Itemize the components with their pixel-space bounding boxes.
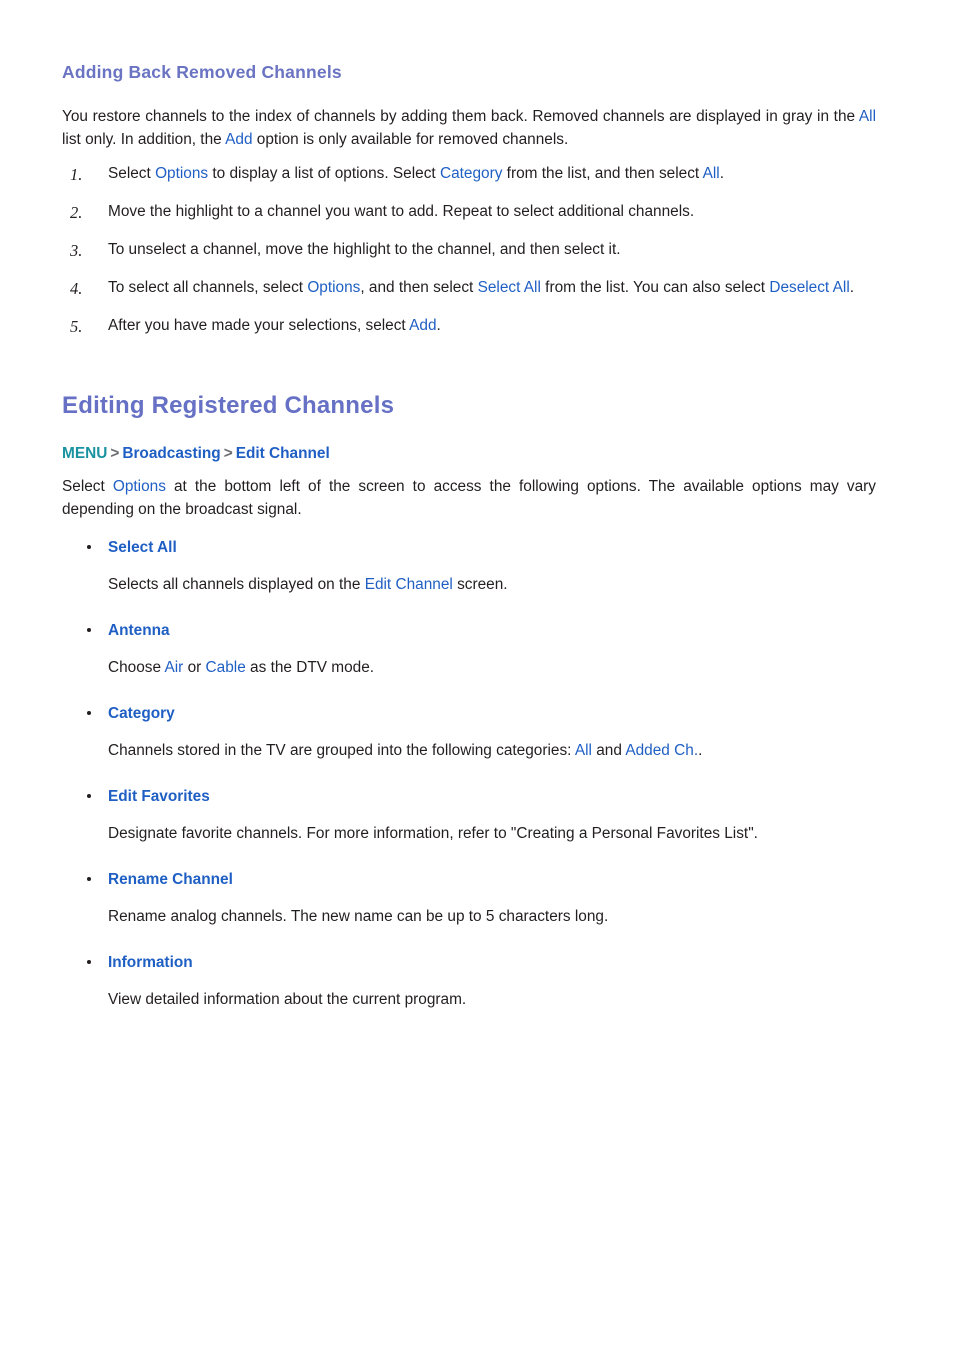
option-title-label: Rename Channel (108, 870, 233, 888)
option-title[interactable]: Antenna (62, 619, 876, 642)
step-text-c: from the list. You can also select (540, 278, 770, 296)
option-title[interactable]: Select All (62, 536, 876, 559)
step-number: 2. (70, 202, 83, 222)
desc-text-c: . (698, 741, 703, 759)
option-description: Designate favorite channels. For more in… (62, 822, 876, 846)
bullet-icon (87, 710, 91, 715)
step-item-4: 4. To select all channels, select Options… (62, 276, 876, 300)
inline-link-cable[interactable]: Cable (206, 659, 246, 676)
bullet-icon (87, 876, 91, 881)
step-item-1: 1. Select Options to display a list of op… (62, 162, 876, 186)
breadcrumb-separator-icon: > (223, 444, 233, 462)
inline-link-category[interactable]: Category (440, 165, 502, 182)
desc-text-b: or (183, 658, 206, 676)
option-title-label: Information (108, 953, 193, 971)
desc-text-a: Selects all channels displayed on the (108, 576, 365, 593)
option-title[interactable]: Category (62, 702, 876, 725)
document-content: Adding Back Removed Channels You restore… (62, 62, 876, 1012)
option-title-label: Antenna (108, 621, 170, 639)
option-description: Choose Air or Cable as the DTV mode. (62, 656, 876, 680)
breadcrumb-item-menu[interactable]: MENU (62, 445, 107, 462)
intro-paragraph-editing: Select Options at the bottom left of the… (62, 475, 876, 522)
inline-link-edit-channel[interactable]: Edit Channel (365, 576, 453, 593)
inline-link-options[interactable]: Options (307, 279, 360, 296)
bullet-icon (87, 793, 91, 798)
inline-link-options[interactable]: Options (155, 165, 208, 182)
option-description: Selects all channels displayed on the Ed… (62, 573, 876, 597)
option-title[interactable]: Information (62, 951, 876, 974)
desc-text-b: and (591, 741, 626, 759)
step-text-b: , and then select (360, 278, 478, 296)
intro-paragraph-adding-back: You restore channels to the index of cha… (62, 105, 876, 152)
step-text-d: . (849, 278, 855, 296)
step-text-b: to display a list of options. Select (208, 164, 440, 182)
intro-text-part3: option is only available for removed cha… (252, 131, 569, 149)
inline-link-add[interactable]: Add (409, 317, 436, 334)
desc-text-a: Rename analog channels. The new name can… (108, 907, 609, 925)
step-text-a: Select (108, 164, 156, 182)
option-description: Rename analog channels. The new name can… (62, 905, 876, 929)
step-number: 1. (70, 164, 83, 184)
desc-text-b: screen. (452, 576, 508, 593)
option-title[interactable]: Rename Channel (62, 868, 876, 891)
bullet-icon (87, 544, 91, 549)
option-title-label: Category (108, 704, 175, 722)
inline-link-all[interactable]: All (703, 165, 720, 182)
intro-text-part2: list only. In addition, the (62, 131, 226, 149)
desc-text-a: View detailed information about the curr… (108, 990, 467, 1008)
step-text-a: Move the highlight to a channel you want… (108, 202, 695, 220)
option-item-information: Information View detailed information ab… (62, 951, 876, 1012)
steps-list: 1. Select Options to display a list of op… (62, 162, 876, 338)
option-item-select-all: Select All Selects all channels displaye… (62, 536, 876, 597)
inline-link-select-all[interactable]: Select All (478, 279, 541, 296)
desc-text-a: Channels stored in the TV are grouped in… (108, 741, 575, 759)
option-item-edit-favorites: Edit Favorites Designate favorite channe… (62, 785, 876, 846)
option-item-rename-channel: Rename Channel Rename analog channels. T… (62, 868, 876, 929)
breadcrumb: MENU > Broadcasting > Edit Channel (62, 442, 876, 465)
step-text-c: from the list, and then select (502, 164, 703, 182)
step-item-5: 5. After you have made your selections, s… (62, 314, 876, 338)
option-item-antenna: Antenna Choose Air or Cable as the DTV m… (62, 619, 876, 680)
inline-link-all[interactable]: All (859, 108, 876, 125)
step-text-a: To select all channels, select (108, 278, 308, 296)
inline-link-deselect-all[interactable]: Deselect All (769, 279, 849, 296)
step-text-a: To unselect a channel, move the highligh… (108, 240, 621, 258)
inline-link-all[interactable]: All (575, 742, 592, 759)
desc-text-a: Choose (108, 658, 165, 676)
step-text-b: . (436, 316, 441, 334)
section-heading-adding-back-removed-channels: Adding Back Removed Channels (62, 62, 342, 82)
bullet-icon (87, 627, 91, 632)
intro-text-part2: at the bottom left of the screen to acce… (62, 478, 876, 519)
option-title-label: Select All (108, 538, 177, 556)
desc-text-a: Designate favorite channels. For more in… (108, 824, 758, 842)
breadcrumb-separator-icon: > (110, 444, 120, 462)
step-number: 5. (70, 316, 83, 336)
desc-text-c: as the DTV mode. (245, 658, 375, 676)
option-description: Channels stored in the TV are grouped in… (62, 739, 876, 763)
step-number: 3. (70, 240, 83, 260)
step-text-a: After you have made your selections, sel… (108, 316, 410, 334)
bullet-icon (87, 959, 91, 964)
option-title-label: Edit Favorites (108, 787, 210, 805)
inline-link-add[interactable]: Add (225, 131, 252, 148)
option-description: View detailed information about the curr… (62, 988, 876, 1012)
step-item-2: 2. Move the highlight to a channel you wa… (62, 200, 876, 224)
inline-link-added-ch[interactable]: Added Ch. (625, 742, 698, 759)
step-item-3: 3. To unselect a channel, move the highli… (62, 238, 876, 262)
intro-text-part1: You restore channels to the index of cha… (62, 108, 859, 125)
inline-link-air[interactable]: Air (164, 659, 183, 676)
page-title-editing-registered-channels: Editing Registered Channels (62, 391, 395, 419)
intro-text-part1: Select (62, 478, 113, 496)
inline-link-options[interactable]: Options (113, 478, 166, 495)
breadcrumb-item-edit-channel[interactable]: Edit Channel (236, 445, 330, 462)
step-text-d: . (719, 164, 724, 182)
option-item-category: Category Channels stored in the TV are g… (62, 702, 876, 763)
breadcrumb-item-broadcasting[interactable]: Broadcasting (122, 445, 220, 462)
step-number: 4. (70, 278, 83, 298)
options-list: Select All Selects all channels displaye… (62, 536, 876, 1012)
option-title[interactable]: Edit Favorites (62, 785, 876, 808)
document-page: Adding Back Removed Channels You restore… (0, 0, 954, 1350)
